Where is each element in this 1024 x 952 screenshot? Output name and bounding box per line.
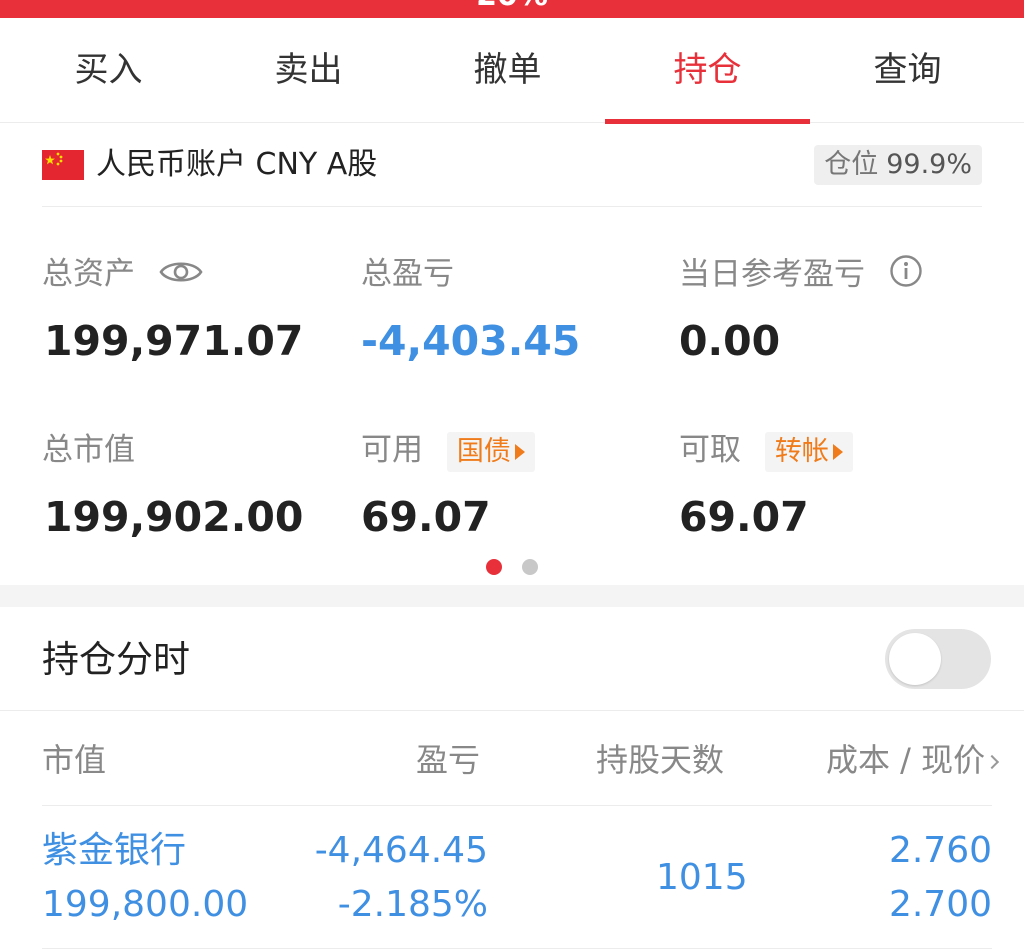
- position-badge: 仓位 99.9%: [814, 145, 982, 185]
- section-divider: [0, 585, 1024, 607]
- row-cost: 2.760: [888, 830, 992, 871]
- total-assets-label: 总资产: [42, 256, 135, 292]
- row-market-value: 199,800.00: [42, 884, 249, 925]
- tab-positions-label: 持仓: [673, 50, 742, 90]
- total-pnl-label: 总盈亏: [361, 256, 454, 292]
- holdings-title: 持仓分时: [42, 638, 190, 681]
- total-assets-value: 199,971.07: [44, 317, 304, 365]
- withdrawable-label: 可取: [679, 432, 741, 468]
- available-value: 69.07: [361, 493, 491, 541]
- tab-buy[interactable]: 买入: [6, 18, 211, 123]
- daily-pnl-label: 当日参考盈亏: [679, 256, 865, 293]
- row-price: 2.700: [888, 884, 992, 925]
- column-market-value: 市值: [42, 741, 107, 779]
- tab-sell[interactable]: 卖出: [206, 18, 411, 123]
- column-pnl: 盈亏: [416, 741, 481, 779]
- page-dot[interactable]: [522, 559, 538, 575]
- total-pnl-value: -4,403.45: [361, 317, 581, 365]
- available-label: 可用: [361, 432, 423, 468]
- row-pnl-percent: -2.185%: [337, 884, 488, 925]
- account-row[interactable]: 人民币账户 CNY A股 仓位 99.9%: [42, 123, 982, 207]
- row-holding-days: 1015: [656, 857, 748, 898]
- chevron-right-icon: [985, 754, 1000, 770]
- status-bar: 20%: [0, 0, 1024, 18]
- triangle-right-icon: [514, 444, 525, 460]
- tab-positions[interactable]: 持仓: [605, 18, 810, 124]
- account-name: 人民币账户 CNY A股: [96, 147, 378, 182]
- intraday-toggle[interactable]: [885, 629, 991, 689]
- row-pnl: -4,464.45: [314, 830, 488, 871]
- market-value-value: 199,902.00: [44, 493, 304, 541]
- daily-pnl-value: 0.00: [679, 317, 781, 365]
- status-bar-text: 20%: [0, 0, 1024, 13]
- toggle-knob: [889, 633, 941, 685]
- transfer-tag[interactable]: 转帐: [764, 431, 853, 472]
- daily-pnl-metric: 当日参考盈亏: [679, 254, 923, 298]
- withdrawable-value: 69.07: [679, 493, 809, 541]
- transfer-tag-label: 转帐: [774, 435, 829, 467]
- treasury-bond-tag-label: 国债: [456, 435, 511, 467]
- position-value: 99.9%: [886, 149, 972, 180]
- eye-icon[interactable]: [159, 256, 203, 296]
- triangle-right-icon: [832, 444, 843, 460]
- table-divider: [42, 805, 992, 806]
- trade-tabs: 买入 卖出 撤单 持仓 查询: [0, 18, 1024, 124]
- page-dot-active[interactable]: [486, 559, 502, 575]
- stock-name: 紫金银行: [42, 830, 187, 871]
- withdrawable-metric: 可取 转帐: [679, 430, 853, 472]
- info-icon[interactable]: [889, 254, 923, 298]
- holdings-header: 持仓分时: [0, 607, 1024, 711]
- column-cost-price[interactable]: 成本 / 现价: [826, 738, 1000, 782]
- total-assets-metric: 总资产: [42, 254, 203, 296]
- available-metric: 可用 国债: [361, 430, 535, 472]
- position-label: 仓位: [824, 149, 879, 180]
- treasury-bond-tag[interactable]: 国债: [446, 431, 535, 472]
- tab-query[interactable]: 查询: [805, 18, 1010, 123]
- column-holding-days: 持股天数: [596, 741, 725, 779]
- china-flag-icon: [42, 150, 84, 180]
- market-value-label: 总市值: [42, 432, 135, 468]
- row-divider: [42, 948, 992, 949]
- tab-cancel[interactable]: 撤单: [405, 18, 610, 123]
- column-cost-price-label: 成本 / 现价: [826, 741, 986, 779]
